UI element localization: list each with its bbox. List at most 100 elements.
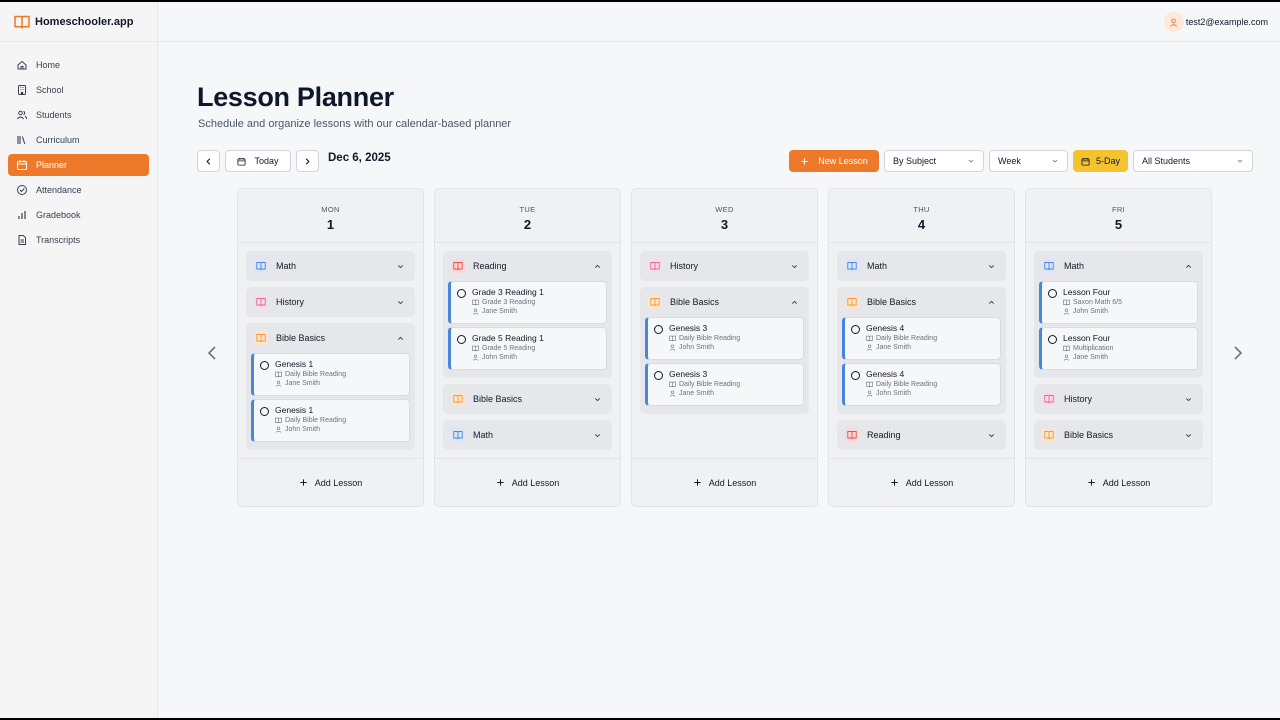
sidebar-item-planner[interactable]: Planner (8, 154, 149, 176)
subject-group: Math (443, 420, 612, 450)
subject-group-header[interactable]: Reading (443, 251, 612, 281)
calendar-icon (1081, 157, 1090, 166)
user-icon (275, 380, 282, 387)
student-name: John Smith (482, 354, 518, 361)
app-screen: Homeschooler.app Home School Students Curri… (0, 2, 1280, 718)
user-email: test2@example.com (1185, 17, 1268, 27)
chevron-down-icon (1185, 433, 1192, 437)
complete-checkbox[interactable] (457, 289, 466, 298)
chevron-down-icon (397, 300, 404, 304)
lesson-curriculum: Daily Bible Reading (866, 381, 1000, 388)
lesson-card[interactable]: Genesis 4 Daily Bible Reading Jane Smith (842, 317, 1001, 360)
chevron-down-icon (1237, 159, 1243, 163)
day-lessons: Reading Grade 3 Reading 1 Grade 3 Reading J… (435, 243, 620, 459)
complete-checkbox[interactable] (457, 335, 466, 344)
today-button[interactable]: Today (225, 150, 291, 172)
subject-group-header[interactable]: Bible Basics (246, 323, 415, 353)
complete-checkbox[interactable] (260, 407, 269, 416)
complete-checkbox[interactable] (851, 325, 860, 334)
user-icon (866, 390, 873, 397)
subject-group-header[interactable]: Math (1034, 251, 1203, 281)
lesson-list: Grade 3 Reading 1 Grade 3 Reading Jane Smi… (443, 281, 612, 378)
plus-icon (497, 479, 504, 486)
book-icon (254, 331, 268, 345)
day-column-mon: MON 1 Math History Bible Basics Genesis 1 Dail… (237, 188, 424, 507)
user-menu[interactable]: test2@example.com (1163, 12, 1268, 32)
complete-checkbox[interactable] (654, 371, 663, 380)
subject-group-header[interactable]: History (1034, 384, 1203, 414)
lesson-card[interactable]: Lesson Four Multiplication Jane Smith (1039, 327, 1198, 370)
lesson-curriculum: Daily Bible Reading (866, 335, 1000, 342)
lesson-student: John Smith (1063, 308, 1197, 315)
curriculum-name: Daily Bible Reading (679, 381, 741, 388)
sidebar-item-curriculum[interactable]: Curriculum (8, 129, 149, 151)
lesson-list: Genesis 4 Daily Bible Reading Jane Smith Ge… (837, 317, 1006, 414)
lesson-card[interactable]: Grade 3 Reading 1 Grade 3 Reading Jane Smi… (448, 281, 607, 324)
complete-checkbox[interactable] (851, 371, 860, 380)
sidebar-item-attendance[interactable]: Attendance (8, 179, 149, 201)
calendar-icon (237, 157, 246, 166)
lesson-title: Genesis 4 (866, 369, 905, 379)
complete-checkbox[interactable] (260, 361, 269, 370)
lesson-card[interactable]: Grade 5 Reading 1 Grade 5 Reading John Smi… (448, 327, 607, 370)
lesson-title: Lesson Four (1063, 333, 1111, 343)
view-value: Week (998, 156, 1021, 166)
subject-group-header[interactable]: History (640, 251, 809, 281)
sidebar-item-students[interactable]: Students (8, 104, 149, 126)
users-icon (16, 110, 28, 120)
subject-group-header[interactable]: History (246, 287, 415, 317)
complete-checkbox[interactable] (1048, 289, 1057, 298)
subject-group-header[interactable]: Bible Basics (640, 287, 809, 317)
chevron-down-icon (1185, 397, 1192, 401)
book-icon (845, 259, 859, 273)
subject-group-header[interactable]: Bible Basics (1034, 420, 1203, 450)
add-lesson-button[interactable]: Add Lesson (238, 459, 423, 506)
next-week-button[interactable] (296, 150, 319, 172)
lesson-student: John Smith (472, 354, 606, 361)
lesson-card[interactable]: Genesis 3 Daily Bible Reading Jane Smith (645, 363, 804, 406)
brand[interactable]: Homeschooler.app (0, 2, 157, 42)
plus-icon (1088, 479, 1095, 486)
group-by-select[interactable]: By Subject (884, 150, 984, 172)
sidebar-item-label: Home (36, 60, 61, 70)
sidebar-item-transcripts[interactable]: Transcripts (8, 229, 149, 251)
next-period-arrow[interactable] (1231, 344, 1245, 362)
complete-checkbox[interactable] (1048, 335, 1057, 344)
students-filter-select[interactable]: All Students (1133, 150, 1253, 172)
lesson-card[interactable]: Genesis 4 Daily Bible Reading John Smith (842, 363, 1001, 406)
day-column-thu: THU 4 Math Bible Basics Genesis 4 Daily Bible… (828, 188, 1015, 507)
curriculum-name: Multiplication (1073, 345, 1114, 352)
check-circle-icon (17, 185, 27, 195)
curriculum-name: Daily Bible Reading (285, 371, 347, 378)
lesson-card[interactable]: Lesson Four Saxon Math 6/5 John Smith (1039, 281, 1198, 324)
subject-name: Bible Basics (670, 297, 720, 307)
sidebar-item-label: Attendance (36, 185, 82, 195)
lesson-card[interactable]: Genesis 1 Daily Bible Reading John Smith (251, 399, 410, 442)
subject-group-header[interactable]: Math (837, 251, 1006, 281)
view-select[interactable]: Week (989, 150, 1068, 172)
chevron-left-icon (206, 157, 211, 165)
previous-period-arrow[interactable] (205, 344, 219, 362)
add-lesson-button[interactable]: Add Lesson (1026, 459, 1211, 506)
previous-week-button[interactable] (197, 150, 220, 172)
lesson-student: Jane Smith (472, 308, 606, 315)
lesson-card[interactable]: Genesis 3 Daily Bible Reading John Smith (645, 317, 804, 360)
subject-group-header[interactable]: Math (443, 420, 612, 450)
sidebar-item-school[interactable]: School (8, 79, 149, 101)
new-lesson-button[interactable]: New Lesson (789, 150, 879, 172)
add-lesson-button[interactable]: Add Lesson (435, 459, 620, 506)
sidebar-item-gradebook[interactable]: Gradebook (8, 204, 149, 226)
sidebar-item-home[interactable]: Home (8, 54, 149, 76)
subject-group-header[interactable]: Reading (837, 420, 1006, 450)
lesson-curriculum: Daily Bible Reading (669, 335, 803, 342)
five-day-toggle[interactable]: 5-Day (1073, 150, 1128, 172)
lesson-card[interactable]: Genesis 1 Daily Bible Reading Jane Smith (251, 353, 410, 396)
add-lesson-button[interactable]: Add Lesson (632, 459, 817, 506)
add-lesson-button[interactable]: Add Lesson (829, 459, 1014, 506)
day-number: 4 (917, 217, 926, 232)
subject-group-header[interactable]: Math (246, 251, 415, 281)
book-icon (275, 417, 282, 424)
complete-checkbox[interactable] (654, 325, 663, 334)
subject-group-header[interactable]: Bible Basics (443, 384, 612, 414)
subject-group-header[interactable]: Bible Basics (837, 287, 1006, 317)
